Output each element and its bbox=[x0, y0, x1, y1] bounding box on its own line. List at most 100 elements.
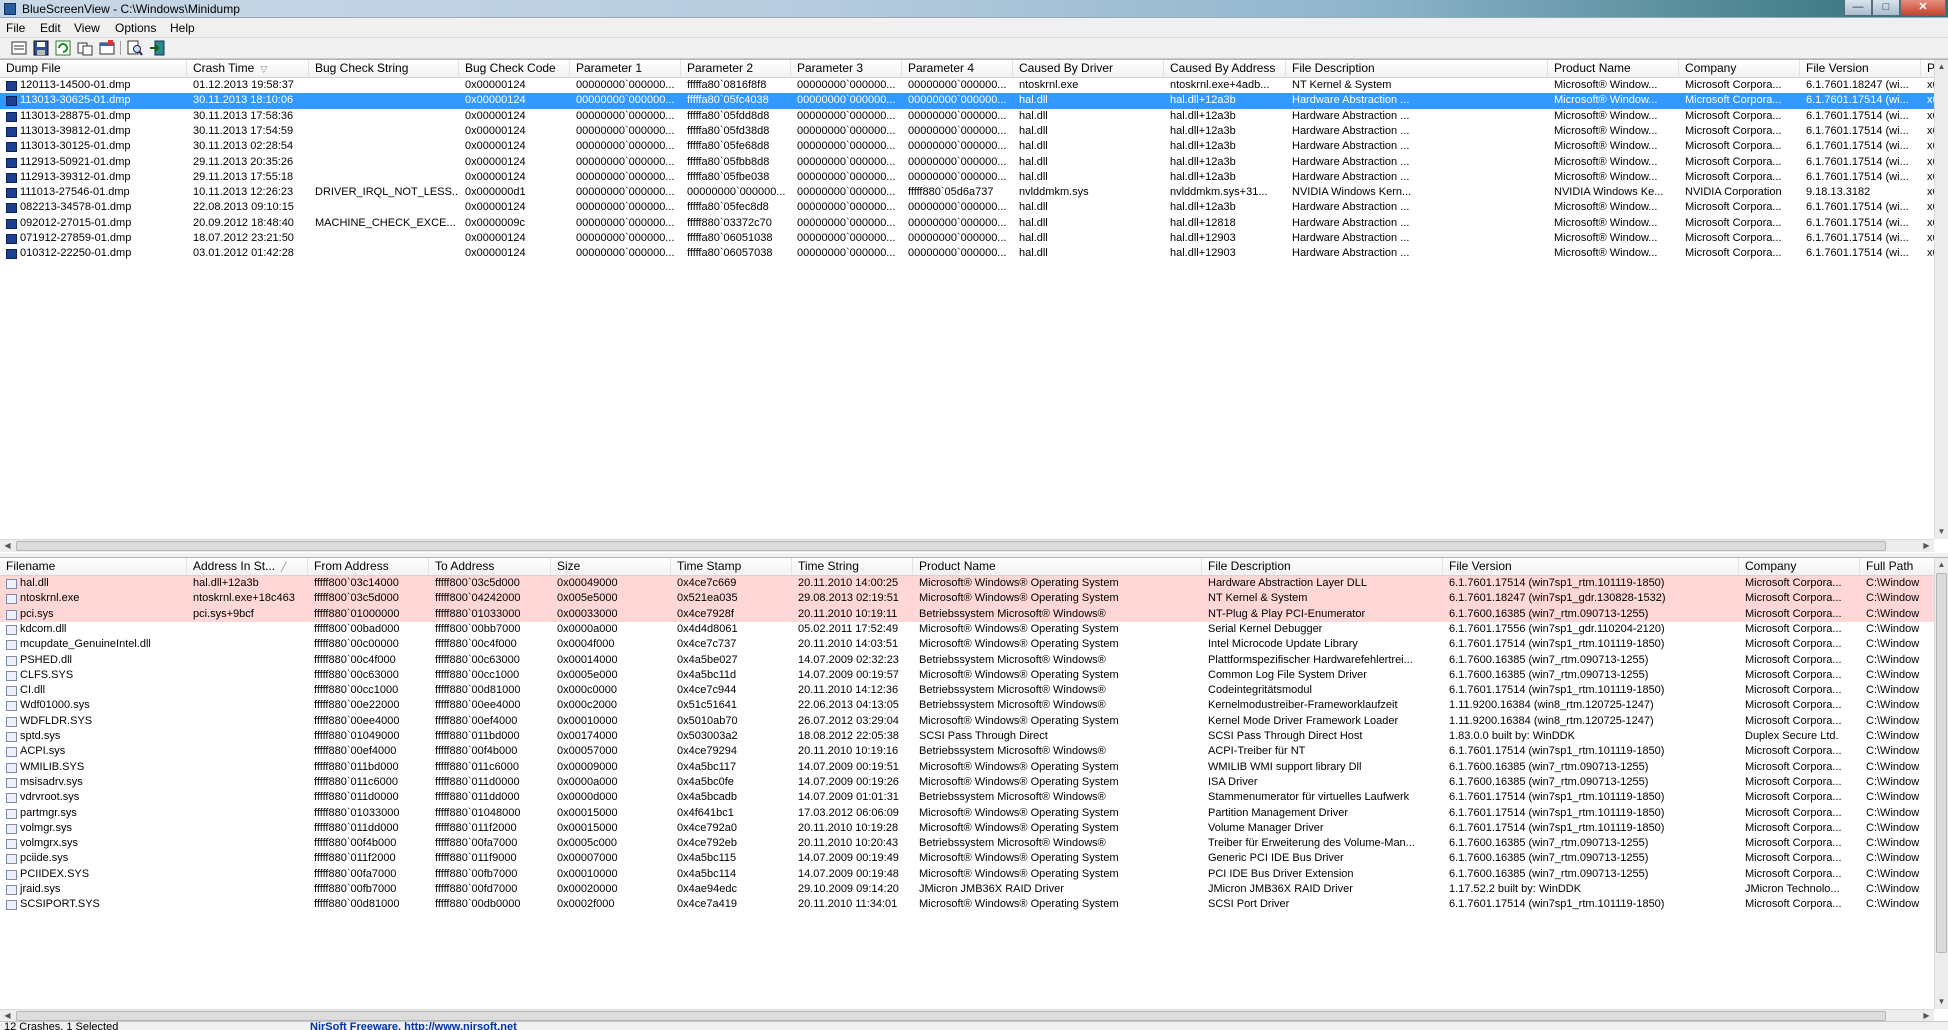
crash-list-vertical-scrollbar[interactable]: ▲ ▼ bbox=[1934, 60, 1948, 539]
driver-list-row[interactable]: volmgrx.sys fffff880`00f4b000 fffff880`00f… bbox=[0, 836, 1948, 851]
column-header-bug-check-string[interactable]: Bug Check String bbox=[309, 60, 459, 77]
column-header-bug-check-code[interactable]: Bug Check Code bbox=[459, 60, 570, 77]
crash-list-row[interactable]: 113013-30125-01.dmp 30.11.2013 02:28:54 0x… bbox=[0, 139, 1948, 154]
column-header-filename[interactable]: Filename bbox=[0, 558, 187, 575]
cell-filename: pci.sys bbox=[20, 607, 54, 620]
crash-list-row[interactable]: 112913-39312-01.dmp 29.11.2013 17:55:18 0x… bbox=[0, 170, 1948, 185]
close-button[interactable]: ✕ bbox=[1900, 0, 1946, 16]
driver-list-row[interactable]: CLFS.SYS fffff880`00c63000 fffff880`00cc10… bbox=[0, 668, 1948, 683]
column-header-parameter-4[interactable]: Parameter 4 bbox=[902, 60, 1013, 77]
crash-list-row[interactable]: 082213-34578-01.dmp 22.08.2013 09:10:15 0x… bbox=[0, 200, 1948, 215]
driver-list-row[interactable]: WMILIB.SYS fffff880`011bd000 fffff880`011c… bbox=[0, 760, 1948, 775]
cell-time-stamp: 0x4ce792a0 bbox=[677, 821, 737, 834]
column-header-time-stamp[interactable]: Time Stamp bbox=[671, 558, 792, 575]
scroll-up-arrow-icon[interactable]: ▲ bbox=[1935, 558, 1948, 572]
driver-list-row[interactable]: volmgr.sys fffff880`011dd000 fffff880`011f… bbox=[0, 821, 1948, 836]
driver-list-row[interactable]: ACPI.sys fffff880`00ef4000 fffff880`00f4b0… bbox=[0, 744, 1948, 759]
column-header-size[interactable]: Size bbox=[551, 558, 671, 575]
menu-view[interactable]: View bbox=[74, 21, 100, 35]
cell-bug-check-string: DRIVER_IRQL_NOT_LESS... bbox=[315, 186, 459, 199]
maximize-button[interactable]: □ bbox=[1872, 0, 1900, 16]
scroll-down-arrow-icon[interactable]: ▼ bbox=[1935, 525, 1948, 539]
crash-list-row[interactable]: 111013-27546-01.dmp 10.11.2013 12:26:23 DR… bbox=[0, 185, 1948, 200]
driver-list-row[interactable]: mcupdate_GenuineIntel.dll fffff880`00c000… bbox=[0, 637, 1948, 652]
driver-list-row[interactable]: partmgr.sys fffff880`01033000 fffff880`010… bbox=[0, 806, 1948, 821]
copy-icon[interactable] bbox=[77, 40, 93, 56]
column-header-company[interactable]: Company bbox=[1739, 558, 1860, 575]
driver-list-row[interactable]: sptd.sys fffff880`01049000 fffff880`011bd0… bbox=[0, 729, 1948, 744]
scrollbar-thumb[interactable] bbox=[1936, 573, 1947, 953]
column-header-file-description[interactable]: File Description bbox=[1286, 60, 1548, 77]
driver-list-row[interactable]: msisadrv.sys fffff880`011c6000 fffff880`01… bbox=[0, 775, 1948, 790]
column-header-to-address[interactable]: To Address bbox=[429, 558, 551, 575]
cell-size: 0x00174000 bbox=[557, 730, 618, 742]
column-header-company[interactable]: Company bbox=[1679, 60, 1800, 77]
scroll-left-arrow-icon[interactable]: ◀ bbox=[0, 540, 15, 552]
column-header-product-name[interactable]: Product Name bbox=[913, 558, 1202, 575]
menu-options[interactable]: Options bbox=[115, 21, 156, 35]
column-header-file-version[interactable]: File Version bbox=[1443, 558, 1739, 575]
driver-list-row[interactable]: SCSIPORT.SYS fffff880`00d81000 fffff880`00… bbox=[0, 897, 1948, 912]
menu-file[interactable]: File bbox=[6, 21, 25, 35]
column-header-caused-by-address[interactable]: Caused By Address bbox=[1164, 60, 1286, 77]
column-header-crash-time[interactable]: Crash Time ▽ bbox=[187, 60, 309, 77]
refresh-icon[interactable] bbox=[55, 40, 71, 56]
cell-file-version: 6.1.7601.17514 (win7sp1_rtm.101119-1850) bbox=[1449, 806, 1665, 819]
column-header-address-in-st[interactable]: Address In St... ╱ bbox=[187, 558, 308, 575]
driver-list-row[interactable]: pciide.sys fffff880`011f2000 fffff880`011f… bbox=[0, 851, 1948, 866]
cell-product-name: Microsoft® Window... bbox=[1554, 170, 1658, 183]
column-header-file-description[interactable]: File Description bbox=[1202, 558, 1443, 575]
scroll-up-arrow-icon[interactable]: ▲ bbox=[1935, 60, 1948, 74]
crash-list-row[interactable]: 113013-39812-01.dmp 30.11.2013 17:54:59 0x… bbox=[0, 124, 1948, 139]
cell-crash-time: 29.11.2013 20:35:26 bbox=[193, 155, 294, 168]
menu-help[interactable]: Help bbox=[170, 21, 195, 35]
column-header-caused-by-driver[interactable]: Caused By Driver bbox=[1013, 60, 1164, 77]
column-header-product-name[interactable]: Product Name bbox=[1548, 60, 1679, 77]
cell-to-address: fffff880`00f4b000 bbox=[435, 745, 518, 758]
driver-list-row[interactable]: jraid.sys fffff880`00fb7000 fffff880`00fd7… bbox=[0, 882, 1948, 897]
column-header-time-string[interactable]: Time String bbox=[792, 558, 913, 575]
driver-list-row[interactable]: PCIIDEX.SYS fffff880`00fa7000 fffff880`00f… bbox=[0, 867, 1948, 882]
column-header-file-version[interactable]: File Version bbox=[1800, 60, 1921, 77]
scroll-down-arrow-icon[interactable]: ▼ bbox=[1935, 995, 1948, 1009]
crash-list-row[interactable]: 010312-22250-01.dmp 03.01.2012 01:42:28 0x… bbox=[0, 246, 1948, 261]
driver-list-row[interactable]: CI.dll fffff880`00cc1000 fffff880`00d81000… bbox=[0, 683, 1948, 698]
column-header-parameter-2[interactable]: Parameter 2 bbox=[681, 60, 791, 77]
exit-icon[interactable] bbox=[149, 40, 165, 56]
save-selected-icon[interactable] bbox=[11, 40, 27, 56]
cell-company: Microsoft Corpora... bbox=[1745, 806, 1842, 819]
crash-list-row[interactable]: 120113-14500-01.dmp 01.12.2013 19:58:37 0x… bbox=[0, 78, 1948, 93]
driver-list-row[interactable]: PSHED.dll fffff880`00c4f000 fffff880`00c63… bbox=[0, 653, 1948, 668]
scrollbar-thumb[interactable] bbox=[16, 541, 1886, 551]
driver-list-row[interactable]: hal.dll hal.dll+12a3b fffff800`03c14000 fff… bbox=[0, 576, 1948, 592]
driver-list-vertical-scrollbar[interactable]: ▲ ▼ bbox=[1934, 558, 1948, 1009]
find-icon[interactable] bbox=[127, 40, 143, 56]
properties-icon[interactable] bbox=[99, 40, 115, 56]
cell-file-description: Hardware Abstraction ... bbox=[1292, 247, 1410, 260]
cell-file-version: 1.83.0.0 built by: WinDDK bbox=[1449, 730, 1575, 742]
driver-list-row[interactable]: Wdf01000.sys fffff880`00e22000 fffff880`00… bbox=[0, 698, 1948, 713]
driver-list-row[interactable]: vdrvroot.sys fffff880`011d0000 fffff880`01… bbox=[0, 790, 1948, 805]
driver-list-row[interactable]: kdcom.dll fffff800`00bad000 fffff800`00bb7… bbox=[0, 622, 1948, 637]
save-icon[interactable] bbox=[33, 40, 49, 56]
driver-list-row[interactable]: pci.sys pci.sys+9bcf fffff880`01000000 ffff… bbox=[0, 606, 1948, 622]
driver-list-row[interactable]: WDFLDR.SYS fffff880`00ee4000 fffff880`00ef… bbox=[0, 714, 1948, 729]
column-header-parameter-1[interactable]: Parameter 1 bbox=[570, 60, 681, 77]
crash-list-row[interactable]: 071912-27859-01.dmp 18.07.2012 23:21:50 0x… bbox=[0, 231, 1948, 246]
crash-list-horizontal-scrollbar[interactable]: ◀ ▶ bbox=[0, 539, 1934, 552]
driver-list[interactable]: Filename Address In St... ╱ From Address To … bbox=[0, 557, 1948, 1022]
crash-list-row[interactable]: 113013-30625-01.dmp 30.11.2013 18:10:06 0x… bbox=[0, 93, 1948, 109]
column-header-dump-file[interactable]: Dump File bbox=[0, 60, 187, 77]
crash-list-row[interactable]: 112913-50921-01.dmp 29.11.2013 20:35:26 0x… bbox=[0, 155, 1948, 170]
column-header-parameter-3[interactable]: Parameter 3 bbox=[791, 60, 902, 77]
minimize-button[interactable]: — bbox=[1844, 0, 1872, 16]
scrollbar-thumb[interactable] bbox=[16, 1011, 1886, 1021]
scroll-right-arrow-icon[interactable]: ▶ bbox=[1919, 540, 1934, 552]
menu-edit[interactable]: Edit bbox=[40, 21, 61, 35]
column-header-from-address[interactable]: From Address bbox=[308, 558, 429, 575]
crash-list-row[interactable]: 092012-27015-01.dmp 20.09.2012 18:48:40 MA… bbox=[0, 216, 1948, 231]
column-header-full-path[interactable]: Full Path bbox=[1860, 558, 1940, 575]
driver-list-row[interactable]: ntoskrnl.exe ntoskrnl.exe+18c463 fffff800`… bbox=[0, 591, 1948, 607]
crash-list-row[interactable]: 113013-28875-01.dmp 30.11.2013 17:58:36 0x… bbox=[0, 109, 1948, 124]
crash-list[interactable]: Dump File Crash Time ▽ Bug Check String Bug … bbox=[0, 59, 1948, 554]
